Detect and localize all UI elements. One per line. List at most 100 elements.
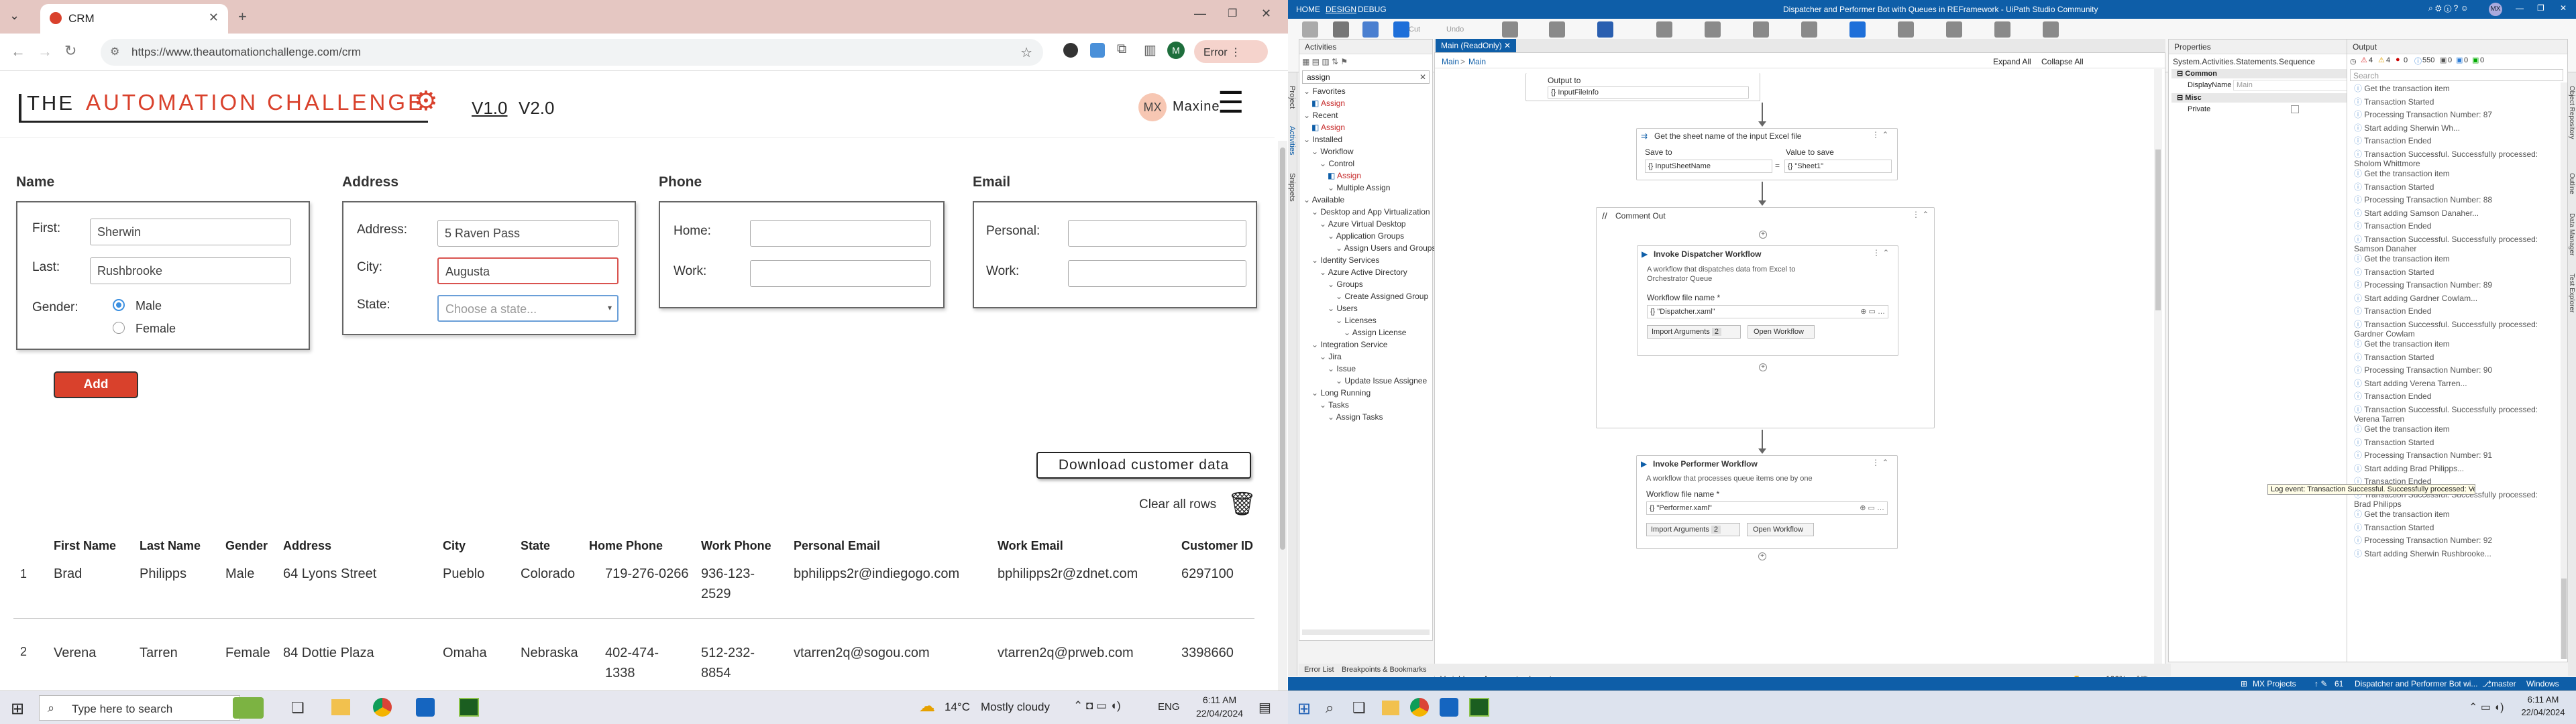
sidebar-icon[interactable]: ▥ [1144, 42, 1157, 58]
extension-icon-2[interactable] [1090, 43, 1105, 58]
side-tab-activities[interactable]: Activities [1288, 126, 1296, 155]
performer-file-field[interactable]: {} "Performer.xaml" ⊕ ▭ … [1646, 501, 1888, 515]
activity-tree-item[interactable]: ⌄ Control [1320, 158, 1354, 170]
site-info-icon[interactable]: ⚙ [110, 45, 119, 58]
verbose-filter-icon[interactable]: ▣ [2456, 56, 2463, 64]
activity-tree-item[interactable]: ⌄ Tasks [1320, 399, 1349, 411]
debug-filter-icon[interactable]: ▣ [2440, 56, 2447, 64]
activities-hscroll[interactable] [1302, 629, 1430, 635]
activities-toolbar-icons[interactable]: ▦ ▤ ▥ ⇅ ⚑ [1302, 57, 1348, 66]
output-log-line[interactable]: ⓘ Transaction Successful. Successfully p… [2354, 320, 2555, 339]
output-log-line[interactable]: ⓘ Transaction Started [2354, 182, 2555, 192]
activity-tree-item[interactable]: ⌄ Issue [1328, 363, 1356, 375]
windows-start-icon[interactable]: ⊞ [1297, 699, 1311, 719]
output-log-line[interactable]: ⓘ Transaction Started [2354, 267, 2555, 277]
tray-icons[interactable]: ⌃ ▭ ◖) [2469, 701, 2504, 714]
activity-tree-item[interactable]: ⌄ Jira [1320, 351, 1342, 363]
lang-indicator[interactable]: ENG [1158, 701, 1180, 713]
output-log-line[interactable]: ⓘ Transaction Ended [2354, 136, 2555, 145]
trash-icon[interactable]: 🗑 [1228, 491, 1256, 518]
city-input[interactable]: Augusta [437, 257, 619, 284]
page-scrollbar[interactable] [1278, 141, 1287, 690]
designer-vscroll-thumb[interactable] [2155, 149, 2161, 310]
status-branch[interactable]: master [2491, 679, 2516, 688]
output-log-line[interactable]: ⓘ Transaction Successful. Successfully p… [2354, 235, 2555, 253]
uipath-assistant-icon[interactable] [416, 698, 435, 717]
error-filter-icon[interactable]: ⚠ [2361, 56, 2367, 64]
reload-icon[interactable]: ↻ [64, 42, 76, 60]
chrome-icon[interactable] [373, 698, 392, 717]
close-tab-icon[interactable]: ✕ [209, 11, 219, 25]
output-log-line[interactable]: ⓘ Transaction Started [2354, 97, 2555, 107]
activity-tree-item[interactable]: ⌄ Create Assigned Group [1336, 290, 1428, 302]
activity-tree-item[interactable]: ⌄ Assign License [1344, 326, 1406, 339]
side-tab-data-manager[interactable]: Data Manager [2568, 213, 2575, 255]
output-log-line[interactable]: ⓘ Get the transaction item [2354, 339, 2555, 349]
output-log-line[interactable]: ⓘ Get the transaction item [2354, 509, 2555, 519]
activity-menu-icon[interactable]: ⋮ ⌃ [1872, 458, 1888, 467]
activity-tree-item[interactable]: ⌄ Favorites [1303, 85, 1346, 97]
activity-tree-item[interactable]: ◧ Assign [1328, 170, 1361, 182]
displayname-input[interactable]: Main [2233, 80, 2361, 90]
output-log-line[interactable]: ⓘ Transaction Successful. Successfully p… [2354, 149, 2555, 168]
activity-menu-icon[interactable]: ⋮ ⌃ [1872, 248, 1889, 257]
add-activity-icon[interactable]: + [1759, 363, 1767, 371]
puzzle-icon[interactable]: ⧉ [1117, 42, 1126, 57]
output-log-line[interactable]: ⓘ Start adding Verena Tarren... [2354, 379, 2555, 388]
tray-icons[interactable]: ⌃ ◘ ▭ ◖) [1073, 699, 1121, 713]
file-explorer-icon[interactable] [1382, 701, 1399, 715]
hamburger-menu-icon[interactable]: ☰ [1218, 88, 1244, 118]
output-log-line[interactable]: ⓘ Processing Transaction Number: 92 [2354, 536, 2555, 545]
clear-all-rows-label[interactable]: Clear all rows [1139, 497, 1216, 512]
output-log-line[interactable]: ⓘ Transaction Ended [2354, 221, 2555, 231]
activity-tree-item[interactable]: ⌄ Installed [1303, 133, 1342, 145]
output-vscroll-thumb[interactable] [2561, 579, 2567, 659]
side-tab-project[interactable]: Project [1288, 86, 1296, 109]
expand-all-button[interactable]: Expand All [1993, 57, 2031, 66]
side-tab-outline[interactable]: Outline [2568, 173, 2575, 194]
success-filter-icon[interactable]: ▣ [2472, 56, 2479, 64]
designer-vscroll[interactable] [2154, 69, 2162, 666]
ribbon-undo-button[interactable]: Undo [1446, 23, 1464, 36]
uipath-studio-icon[interactable] [1469, 698, 1489, 717]
work-phone-input[interactable] [750, 260, 931, 287]
taskbar-search[interactable]: ⌕ Type here to search [39, 695, 264, 721]
activities-search-input[interactable]: assign ✕ [1302, 70, 1430, 84]
address-input[interactable]: 5 Raven Pass [437, 220, 619, 247]
activity-menu-icon[interactable]: ⋮ ⌃ [1872, 130, 1888, 139]
activity-tree-item[interactable]: ⌄ Licenses [1336, 314, 1377, 326]
activity-tree-item[interactable]: ⌄ Available [1303, 194, 1344, 206]
output-log-line[interactable]: ⓘ Get the transaction item [2354, 254, 2555, 263]
value-to-save-field[interactable]: {} "Sheet1" [1784, 160, 1892, 173]
invoke-performer-activity[interactable]: ▶ Invoke Performer Workflow ⋮ ⌃ A workfl… [1636, 455, 1898, 549]
notifications-icon[interactable]: ▤ [1258, 699, 1271, 716]
status-repo[interactable]: Dispatcher and Performer Bot wi... [2355, 679, 2477, 688]
titlebar-icons[interactable]: ⌕ ⚙ ⓘ ? ☺ [2428, 3, 2469, 13]
task-view-icon[interactable]: ❏ [291, 699, 305, 717]
activity-tree-item[interactable]: ⌄ Integration Service [1311, 339, 1387, 351]
forward-icon[interactable]: → [38, 43, 52, 60]
output-log-line[interactable]: ⓘ Transaction Ended [2354, 391, 2555, 401]
url-text[interactable]: https://www.theautomationchallenge.com/c… [131, 46, 361, 59]
activity-tree-item[interactable]: ⌄ Assign Tasks [1328, 411, 1383, 423]
output-log-line[interactable]: ⓘ Processing Transaction Number: 90 [2354, 365, 2555, 375]
uipath-assistant-icon[interactable] [1440, 698, 1458, 717]
output-log-line[interactable]: ⓘ Get the transaction item [2354, 84, 2555, 93]
activity-tree-item[interactable]: ⌄ Long Running [1311, 387, 1371, 399]
add-activity-icon[interactable]: + [1759, 231, 1767, 239]
output-log-line[interactable]: ⓘ Transaction Successful. Successfully p… [2354, 405, 2555, 424]
output-log-line[interactable]: ⓘ Start adding Brad Philipps... [2354, 464, 2555, 473]
output-to-block[interactable]: Output to {} InputFileInfo [1525, 73, 1760, 101]
breakpoints-tab[interactable]: Breakpoints & Bookmarks [1342, 666, 1427, 674]
save-to-field[interactable]: {} InputSheetName [1645, 160, 1772, 173]
misc-category[interactable]: ⊟ Misc [2171, 93, 2366, 103]
uipath-studio-icon[interactable] [459, 698, 479, 717]
back-icon[interactable]: ← [11, 43, 25, 60]
activity-tree-item[interactable]: ⌄ Application Groups [1328, 230, 1404, 242]
output-log-line[interactable]: ⓘ Processing Transaction Number: 88 [2354, 195, 2555, 204]
female-radio[interactable] [113, 322, 125, 334]
add-button[interactable]: Add [54, 371, 138, 398]
close-window-icon[interactable]: ✕ [1261, 7, 1271, 21]
output-log-line[interactable]: ⓘ Processing Transaction Number: 87 [2354, 110, 2555, 119]
task-view-icon[interactable]: ❏ [1352, 699, 1366, 717]
